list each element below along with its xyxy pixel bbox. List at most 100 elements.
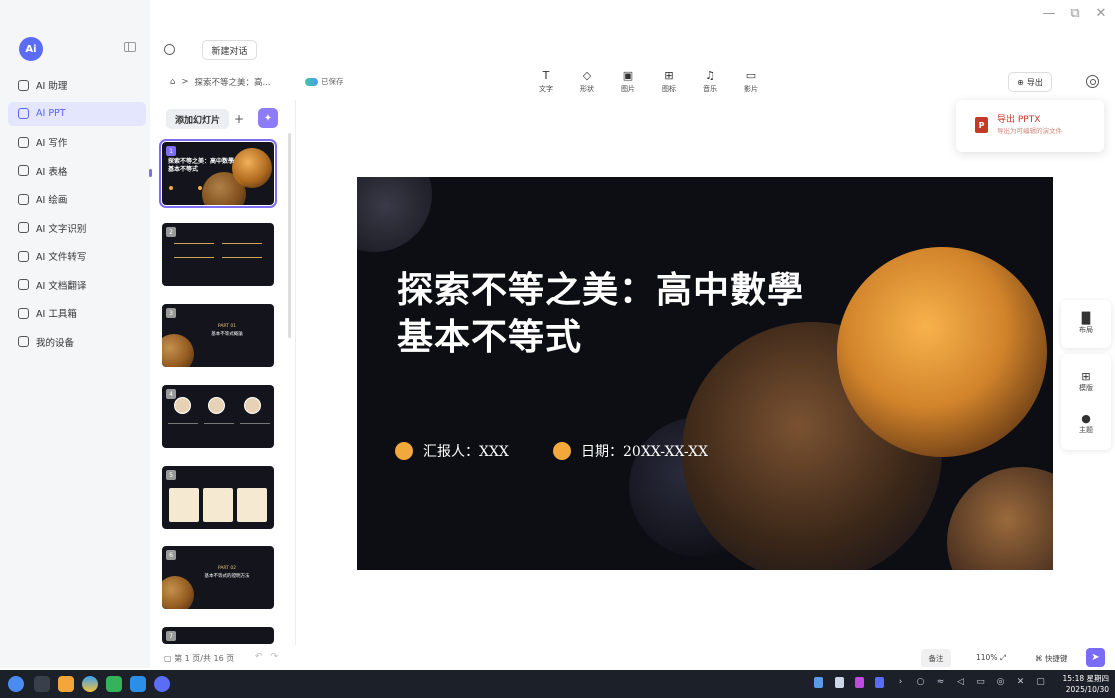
tray-app-icon[interactable] [814, 677, 823, 688]
layout-panel: ▐▌ 布局 [1061, 300, 1111, 348]
tray-search-icon[interactable]: ○ [916, 677, 925, 688]
sidebar-item-4[interactable]: AI 绘画 [8, 187, 146, 211]
reporter-field[interactable]: 汇报人：XXX [395, 441, 509, 461]
browser-app-icon[interactable] [82, 676, 98, 692]
fit-screen-icon[interactable]: ⤢ [1000, 653, 1006, 662]
tray-expand-icon[interactable]: › [896, 677, 905, 688]
sidebar-item-0[interactable]: AI 助理 [8, 73, 146, 97]
tray-ai-icon[interactable] [875, 677, 884, 688]
layout-button[interactable]: ▐▌ 布局 [1061, 312, 1111, 335]
download-icon: ⊕ [1017, 77, 1024, 87]
task-view-icon[interactable] [34, 676, 50, 692]
files-app-icon[interactable] [58, 676, 74, 692]
sidebar: Ai AI 助理 AI PPT AI 写作 AI 表格 AI 绘画 AI 文字识别 AI 文… [0, 0, 150, 668]
tray-app-icon[interactable] [855, 677, 864, 688]
notification-icon[interactable]: ▢ [1036, 677, 1045, 688]
slide-orb [357, 177, 432, 252]
close-button[interactable]: ✕ [1093, 6, 1109, 21]
export-pptx-option[interactable]: 导出 PPTX [997, 112, 1040, 125]
slide-canvas[interactable]: 探索不等之美：高中數學 基本不等式 汇报人：XXX 日期：20XX-XX-XX [357, 177, 1053, 570]
sidebar-item-label: AI 写作 [36, 138, 68, 149]
new-chat-button[interactable]: 新建对话 [202, 40, 257, 60]
sidebar-item-label: AI 文件转写 [36, 252, 87, 263]
scan-text-icon [18, 222, 29, 233]
page-count: 第 1 页/共 16 页 [174, 654, 235, 663]
slide-thumb-7[interactable]: 7 [162, 627, 274, 644]
tray-cloud-icon[interactable] [835, 677, 844, 688]
tool-music[interactable]: ♫ 音乐 [698, 70, 722, 94]
sidebar-item-1[interactable]: AI PPT [8, 101, 146, 126]
ppt-icon [18, 108, 29, 119]
bluetooth-icon[interactable]: ✕ [1016, 677, 1025, 688]
slide-thumb-1[interactable]: 1 探索不等之美：高中数學基本不等式 [159, 139, 277, 208]
slide-title[interactable]: 探索不等之美：高中數學 基本不等式 [397, 267, 804, 361]
taskbar-clock[interactable]: 15:18 星期四 2025/10/30 [1063, 673, 1110, 695]
sidebar-item-label: AI 表格 [36, 166, 68, 178]
app-logo[interactable]: Ai [19, 37, 43, 61]
sidebar-item-8[interactable]: AI 工具箱 [8, 301, 146, 325]
slide-thumb-2[interactable]: 2 [162, 223, 274, 286]
os-taskbar: › ○ ≈ ◁ ▭ ◎ ✕ ▢ 15:18 星期四 2025/10/30 [0, 670, 1115, 698]
date-field[interactable]: 日期：20XX-XX-XX [553, 441, 708, 461]
settings-icon[interactable] [1086, 75, 1099, 88]
send-icon[interactable]: ➤ [1086, 648, 1105, 667]
palette-icon: ● [1081, 412, 1091, 425]
maximize-button[interactable]: ⧉ [1067, 6, 1083, 21]
slide-orb [837, 247, 1047, 457]
tool-icon-library[interactable]: ⊞ 图标 [657, 70, 681, 94]
theme-label: 主题 [1079, 426, 1093, 434]
battery-icon[interactable]: ▭ [976, 677, 985, 688]
tray-settings-icon[interactable]: ◎ [996, 677, 1005, 688]
tool-image[interactable]: ▣ 图片 [616, 70, 640, 94]
sidebar-collapse-icon[interactable] [124, 42, 136, 52]
history-icon[interactable] [164, 44, 175, 55]
tool-shape[interactable]: ◇ 形状 [575, 70, 599, 94]
clock-time: 15:18 星期四 [1062, 674, 1110, 683]
slide-thumb-3[interactable]: 3 PART 01 基本不等式概論 [162, 304, 274, 367]
tool-label: 形状 [580, 85, 594, 93]
device-icon [18, 336, 29, 347]
slide-thumb-5[interactable]: 5 [162, 466, 274, 529]
export-button[interactable]: ⊕ 导出 [1008, 72, 1052, 92]
sidebar-item-2[interactable]: AI 写作 [8, 130, 146, 154]
sidebar-item-6[interactable]: AI 文件转写 [8, 244, 146, 268]
tool-video[interactable]: ▭ 影片 [739, 70, 763, 94]
notes-button[interactable]: 备注 [921, 649, 951, 667]
shortcut-button[interactable]: ⌘ 快捷键 [1035, 653, 1067, 664]
start-icon[interactable] [8, 676, 24, 692]
slide-thumb-4[interactable]: 4 [162, 385, 274, 448]
template-button[interactable]: ⊞ 模版 [1061, 370, 1111, 393]
sidebar-item-7[interactable]: AI 文档翻译 [8, 273, 146, 297]
undo-redo: ↶↷ [255, 652, 286, 662]
wifi-icon[interactable]: ≈ [936, 677, 945, 688]
zoom-control[interactable]: 110% ⤢ [976, 653, 1006, 663]
slide-title-line2: 基本不等式 [397, 317, 583, 358]
add-slide-plus-icon[interactable]: + [232, 109, 246, 129]
minimize-button[interactable]: — [1041, 6, 1057, 21]
sidebar-item-3[interactable]: AI 表格 [8, 159, 146, 183]
wechat-app-icon[interactable] [106, 676, 122, 692]
tool-text[interactable]: T 文字 [534, 70, 558, 94]
home-icon[interactable]: ⌂ [170, 77, 175, 87]
sidebar-item-5[interactable]: AI 文字识别 [8, 216, 146, 240]
slide-number: 2 [166, 227, 176, 237]
redo-icon[interactable]: ↷ [271, 652, 287, 662]
theme-button[interactable]: ● 主题 [1061, 412, 1111, 435]
table-icon [18, 165, 29, 176]
slide-number: 3 [166, 308, 176, 318]
tool-label: 音乐 [703, 85, 717, 93]
slide-list-scrollbar[interactable] [288, 133, 291, 338]
ai-app-icon[interactable] [154, 676, 170, 692]
ai-magic-button[interactable]: ✦ [258, 108, 278, 128]
add-slide-button[interactable]: 添加幻灯片 [166, 109, 229, 129]
vscode-app-icon[interactable] [130, 676, 146, 692]
undo-icon[interactable]: ↶ [255, 652, 271, 662]
slide-thumb-6[interactable]: 6 PART 02 基本不等式的證明方法 [162, 546, 274, 609]
volume-icon[interactable]: ◁ [956, 677, 965, 688]
breadcrumb-title[interactable]: 探索不等之美：高... [195, 76, 271, 88]
toolbox-icon [18, 307, 29, 319]
save-status: 已保存 [305, 76, 344, 87]
sidebar-item-9[interactable]: 我的设备 [8, 330, 146, 354]
thumb-avatar [208, 397, 225, 414]
text-icon: T [542, 69, 550, 82]
